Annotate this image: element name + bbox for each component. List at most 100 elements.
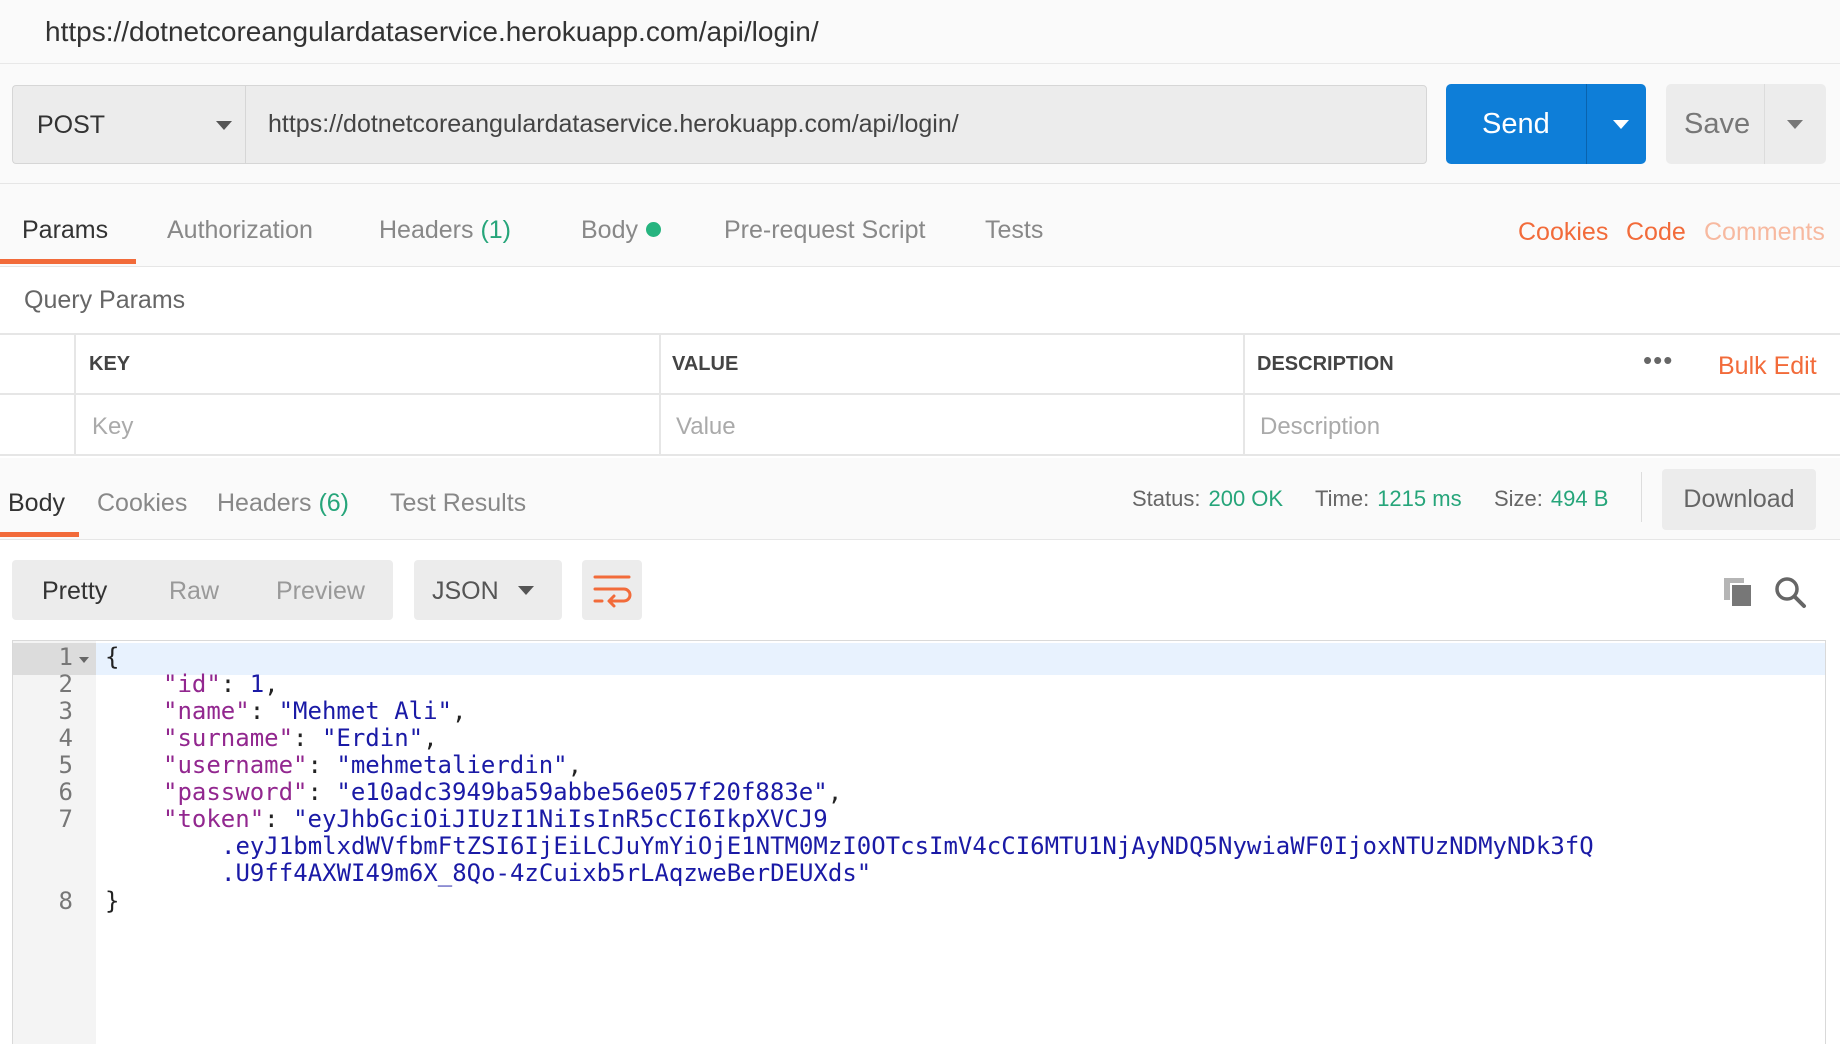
active-line-highlight (13, 643, 1825, 675)
divider (1641, 472, 1642, 522)
raw-button[interactable]: Raw (169, 577, 219, 606)
column-header-value: VALUE (672, 353, 739, 375)
tab-body-label: Body (581, 216, 638, 244)
response-tabs: Body Cookies Headers (6) Test Results St… (0, 458, 1840, 540)
line-number: 2 (58, 670, 73, 698)
status-label: Status: (1132, 486, 1201, 511)
json-value: .U9ff4AXWI49m6X_8Qo-4zCuixb5rLAqzweBerDE… (221, 859, 872, 887)
close-brace: } (105, 887, 120, 915)
fold-toggle-icon[interactable] (79, 657, 89, 663)
code-line: "id": 1, (163, 670, 279, 698)
chevron-down-icon (216, 121, 232, 130)
json-key: "username" (163, 751, 308, 779)
save-label: Save (1684, 108, 1751, 140)
column-divider (74, 333, 76, 456)
tab-tests[interactable]: Tests (985, 216, 1043, 245)
json-value: "Erdin" (321, 724, 424, 752)
active-response-tab-indicator (0, 532, 79, 537)
tab-prerequest-script[interactable]: Pre-request Script (724, 216, 925, 245)
tab-headers-count: (1) (480, 216, 512, 244)
size-value: 494 B (1550, 486, 1609, 511)
query-params-table: KEY VALUE DESCRIPTION ••• Bulk Edit Key … (0, 333, 1840, 456)
line-number: 5 (58, 751, 73, 779)
code-line: "token": "eyJhbGciOiJIUzI1NiIsInR5cCI6Ik… (163, 805, 828, 833)
tab-response-headers-count: (6) (318, 489, 350, 517)
copy-button[interactable] (1720, 574, 1756, 610)
column-divider (659, 333, 661, 456)
send-options-chevron-icon[interactable] (1613, 120, 1629, 129)
status-value: 200 OK (1208, 486, 1284, 511)
wrap-lines-icon (593, 575, 632, 608)
json-value: .eyJ1bmlxdWVfbmFtZSI6IjEiLCJuYmYiOjE1NTM… (221, 832, 1594, 860)
json-value: "mehmetalierdin" (336, 751, 568, 779)
request-tabs: Params Authorization Headers (1) Body Pr… (0, 184, 1840, 267)
line-number: 1 (58, 643, 73, 671)
line-number: 6 (58, 778, 73, 806)
download-button[interactable]: Download (1662, 469, 1816, 530)
tab-params[interactable]: Params (22, 216, 108, 245)
tab-response-cookies[interactable]: Cookies (97, 489, 187, 518)
json-key: "surname" (163, 724, 294, 752)
table-header-row (0, 333, 1840, 395)
status-readout: Status: 200 OK (1132, 486, 1283, 512)
method-label: POST (37, 111, 106, 139)
search-icon (1775, 577, 1806, 608)
pretty-button[interactable]: Pretty (42, 577, 107, 606)
send-button[interactable]: Send (1446, 84, 1646, 164)
more-options-icon[interactable]: ••• (1643, 345, 1673, 376)
request-bar: POST Send Save (0, 64, 1840, 184)
code-line: "surname": "Erdin", (163, 724, 438, 752)
key-input[interactable]: Key (92, 413, 133, 441)
active-tab-indicator (0, 259, 136, 264)
chevron-down-icon (518, 586, 534, 595)
format-select[interactable]: JSON (414, 560, 562, 620)
url-input[interactable] (245, 85, 1427, 164)
bulk-edit-link[interactable]: Bulk Edit (1718, 352, 1817, 381)
column-header-description: DESCRIPTION (1257, 353, 1394, 375)
body-indicator-dot (645, 222, 661, 237)
tab-headers-label: Headers (379, 216, 474, 244)
tab-headers[interactable]: Headers (1) (379, 216, 511, 245)
save-button[interactable]: Save (1666, 84, 1826, 164)
size-label: Size: (1494, 486, 1543, 511)
comments-link[interactable]: Comments (1704, 218, 1825, 247)
json-value: 1 (249, 670, 265, 698)
json-key: "id" (163, 670, 221, 698)
send-label: Send (1482, 108, 1550, 140)
search-button[interactable] (1772, 574, 1808, 610)
cookies-link[interactable]: Cookies (1518, 218, 1608, 247)
copy-icon (1724, 578, 1753, 608)
code-link[interactable]: Code (1626, 218, 1686, 247)
json-key: "token" (163, 805, 265, 833)
code-line-wrapped: .U9ff4AXWI49m6X_8Qo-4zCuixb5rLAqzweBerDE… (221, 859, 871, 887)
response-view-bar: Pretty Raw Preview JSON (0, 540, 1840, 640)
line-number: 3 (58, 697, 73, 725)
json-key: "name" (163, 697, 250, 725)
tab-response-body[interactable]: Body (8, 489, 65, 518)
description-input[interactable]: Description (1260, 413, 1380, 441)
value-input[interactable]: Value (676, 413, 736, 441)
send-divider (1586, 84, 1587, 164)
json-value: "Mehmet Ali" (278, 697, 452, 725)
column-divider (1243, 333, 1245, 456)
view-mode-switch: Pretty Raw Preview (12, 560, 393, 620)
response-body-editor[interactable]: 1 2 3 4 5 6 7 8 { "id": 1, "name": "Mehm… (12, 640, 1826, 1044)
line-number: 4 (58, 724, 73, 752)
line-number: 8 (58, 887, 73, 915)
query-params-title: Query Params (24, 286, 186, 314)
save-divider (1764, 84, 1765, 164)
tab-response-headers-label: Headers (217, 489, 312, 517)
method-select[interactable]: POST (12, 85, 245, 164)
code-line: "name": "Mehmet Ali", (163, 697, 467, 725)
preview-button[interactable]: Preview (276, 577, 365, 606)
tab-authorization[interactable]: Authorization (167, 216, 313, 245)
wrap-lines-button[interactable] (582, 560, 642, 620)
tab-body[interactable]: Body (581, 216, 661, 245)
tab-test-results[interactable]: Test Results (390, 489, 526, 518)
code-line: } (105, 887, 119, 915)
save-options-chevron-icon[interactable] (1787, 120, 1803, 129)
json-key: "password" (163, 778, 308, 806)
code-line-wrapped: .eyJ1bmlxdWVfbmFtZSI6IjEiLCJuYmYiOjE1NTM… (221, 832, 1594, 860)
tab-response-headers[interactable]: Headers (6) (217, 489, 349, 518)
column-header-key: KEY (89, 353, 131, 375)
